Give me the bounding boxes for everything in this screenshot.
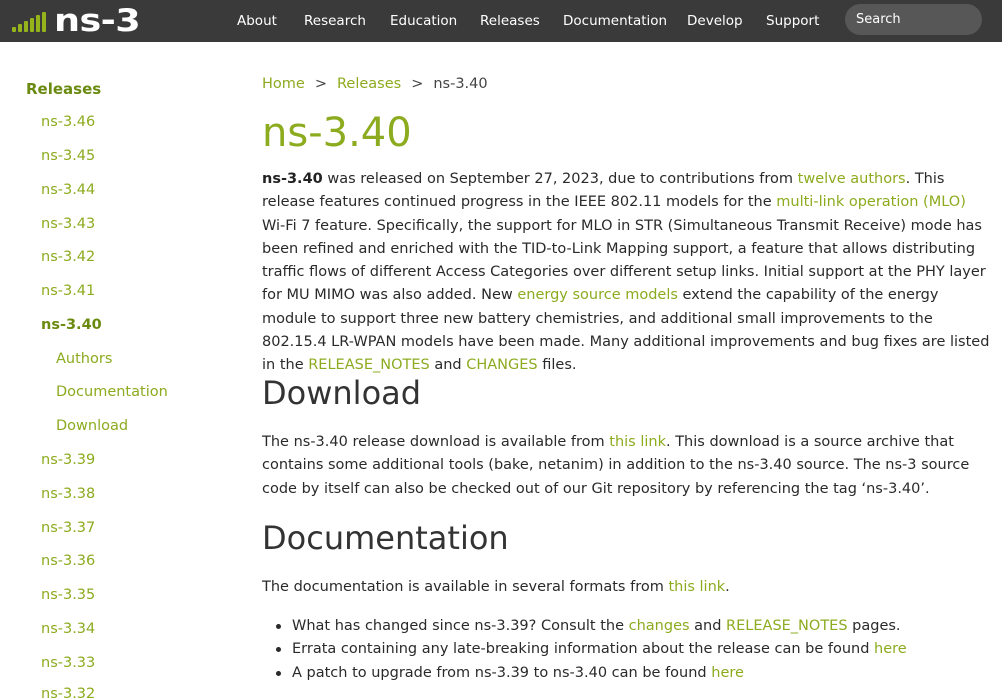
release-notes-link[interactable]: RELEASE_NOTES [308,357,430,373]
breadcrumb-separator: > [411,76,424,92]
search-input[interactable] [845,4,982,35]
sidebar-heading-releases[interactable]: Releases [26,80,101,98]
bullet-text: and [689,618,727,634]
sidebar-item-ns-3-35[interactable]: ns-3.35 [41,587,95,603]
download-paragraph: The ns-3.40 release download is availabl… [262,431,992,501]
sidebar-subitem-download[interactable]: Download [56,418,128,434]
energy-source-models-link[interactable]: energy source models [517,287,678,303]
sidebar-item-ns-3-34[interactable]: ns-3.34 [41,621,95,637]
sidebar-subitem-documentation[interactable]: Documentation [56,384,168,400]
sidebar-item-ns-3-40[interactable]: ns-3.40 [41,317,102,333]
sidebar-item-ns-3-46[interactable]: ns-3.46 [41,114,95,130]
search-box[interactable] [845,4,982,35]
breadcrumb: Home > Releases > ns-3.40 [262,73,488,95]
download-heading: Download [262,374,422,412]
documentation-bullet-list: What has changed since ns-3.39? Consult … [274,615,994,685]
sidebar-item-ns-3-39[interactable]: ns-3.39 [41,452,95,468]
sidebar-item-ns-3-45[interactable]: ns-3.45 [41,148,95,164]
documentation-heading: Documentation [262,519,509,557]
list-item: A patch to upgrade from ns-3.39 to ns-3.… [274,662,994,685]
release-notes-page-link[interactable]: RELEASE_NOTES [726,618,848,634]
documentation-this-link[interactable]: this link [668,579,725,595]
breadcrumb-separator: > [314,76,327,92]
sidebar-item-ns-3-42[interactable]: ns-3.42 [41,249,95,265]
nav-item-documentation[interactable]: Documentation [563,0,667,42]
multi-link-operation-link[interactable]: multi-link operation (MLO) [776,194,966,210]
list-item: What has changed since ns-3.39? Consult … [274,615,994,638]
documentation-text: The documentation is available in severa… [262,579,669,595]
list-item: Errata containing any late-breaking info… [274,638,994,661]
intro-text: and [429,357,467,374]
top-navigation-bar: ns-3 About Research Education Releases D… [0,0,1002,42]
nav-item-develop[interactable]: Develop [687,0,743,42]
download-this-link[interactable]: this link [609,434,666,450]
sidebar-subitem-authors[interactable]: Authors [56,351,112,367]
nav-item-support[interactable]: Support [766,0,819,42]
logo-text: ns-3 [54,3,141,39]
nav-item-about[interactable]: About [237,0,277,42]
intro-text: was released on September 27, 2023, due … [322,171,798,187]
sidebar-item-ns-3-38[interactable]: ns-3.38 [41,486,95,502]
sidebar-item-ns-3-32[interactable]: ns-3.32 [41,686,95,700]
bullet-text: What has changed since ns-3.39? Consult … [292,618,629,634]
changes-link[interactable]: CHANGES [466,357,537,373]
documentation-text: . [725,579,730,595]
sidebar-item-ns-3-33[interactable]: ns-3.33 [41,655,95,671]
bullet-text: pages. [847,618,901,634]
nav-item-research[interactable]: Research [304,0,366,42]
changes-page-link[interactable]: changes [629,618,690,634]
nav-item-releases[interactable]: Releases [480,0,540,42]
twelve-authors-link[interactable]: twelve authors [798,171,906,187]
signal-bars-icon [12,12,50,34]
intro-text: files. [537,357,577,374]
documentation-paragraph: The documentation is available in severa… [262,576,992,599]
download-text: The ns-3.40 release download is availabl… [262,434,610,450]
sidebar-item-ns-3-36[interactable]: ns-3.36 [41,553,95,569]
sidebar-item-ns-3-41[interactable]: ns-3.41 [41,283,95,299]
errata-here-link[interactable]: here [874,641,907,657]
sidebar-item-ns-3-43[interactable]: ns-3.43 [41,216,95,232]
breadcrumb-releases[interactable]: Releases [337,76,401,92]
patch-here-link[interactable]: here [711,665,744,681]
bullet-text: A patch to upgrade from ns-3.39 to ns-3.… [292,664,712,681]
breadcrumb-current: ns-3.40 [433,76,488,92]
breadcrumb-home[interactable]: Home [262,76,305,92]
bullet-text: Errata containing any late-breaking info… [292,641,875,658]
ns3-logo[interactable]: ns-3 [12,6,141,37]
release-name-strong: ns-3.40 [262,171,323,187]
sidebar-item-ns-3-37[interactable]: ns-3.37 [41,520,95,536]
page-title: ns-3.40 [262,110,412,156]
nav-item-education[interactable]: Education [390,0,457,42]
sidebar-item-ns-3-44[interactable]: ns-3.44 [41,182,95,198]
release-intro-paragraph: ns-3.40 was released on September 27, 20… [262,168,992,378]
